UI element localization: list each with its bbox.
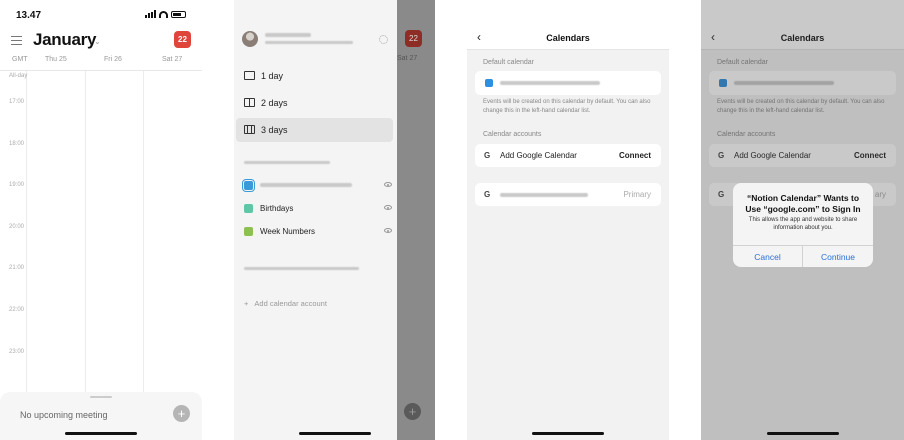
day-header[interactable]: Sat 27: [162, 56, 182, 63]
hour-label: 22:00: [9, 307, 25, 313]
default-calendar-row[interactable]: [475, 71, 661, 95]
gear-icon[interactable]: [379, 35, 388, 44]
calendar-item-birthdays[interactable]: Birthdays: [244, 202, 394, 218]
calendar-color-swatch: [485, 79, 493, 87]
day-header[interactable]: Fri 26: [104, 56, 122, 63]
timezone-label: GMT: [12, 56, 28, 63]
calendar-header: January ⌄ 22: [0, 28, 202, 54]
alert-buttons: Cancel Continue: [733, 245, 873, 267]
day-header-dimmed: Sat 27: [397, 55, 418, 62]
status-icons: [145, 10, 186, 18]
menu-icon[interactable]: [11, 36, 22, 48]
calendar-color-swatch[interactable]: [242, 179, 255, 192]
single-day-icon: [244, 71, 255, 80]
other-account-redacted: [244, 267, 359, 270]
two-day-icon: [244, 98, 255, 107]
alert-title: “Notion Calendar” Wants to Use “google.c…: [745, 193, 861, 214]
hour-label: 21:00: [9, 265, 25, 271]
view-option-3-days[interactable]: 3 days: [236, 118, 393, 142]
hour-label: 23:00: [9, 349, 25, 355]
eye-icon[interactable]: [384, 228, 392, 233]
continue-button[interactable]: Continue: [803, 246, 873, 267]
calendar-name-redacted: [260, 183, 352, 187]
sidebar-drawer-screen: 22 Sat 27 + 1 day 2 days 3 days Birthday…: [234, 0, 435, 440]
account-email-redacted: [500, 193, 588, 197]
three-day-icon: [244, 125, 255, 134]
primary-label: Primary: [623, 190, 651, 199]
google-icon: G: [484, 151, 491, 160]
today-button-dimmed: 22: [405, 30, 422, 47]
add-event-button-dimmed: +: [404, 403, 421, 420]
status-bar: 13.47: [0, 0, 202, 28]
status-time: 13.47: [16, 10, 42, 21]
account-header-redacted: [244, 161, 330, 164]
default-calendar-hint: Events will be created on this calendar …: [483, 99, 651, 114]
calendars-settings-screen: ‹ Calendars Default calendar Events will…: [467, 0, 669, 440]
calendar-grid[interactable]: All-day 17:00 18:00 19:00 20:00 21:00 22…: [0, 70, 202, 392]
home-indicator: [532, 432, 604, 435]
chevron-down-icon[interactable]: ⌄: [94, 37, 101, 46]
all-day-label: All-day: [9, 73, 28, 79]
section-label-default: Default calendar: [483, 59, 534, 66]
dimmed-calendar[interactable]: [397, 0, 435, 440]
home-indicator: [766, 432, 839, 435]
view-option-1-day[interactable]: 1 day: [236, 64, 393, 88]
page-title: Calendars: [546, 33, 590, 43]
sidebar-drawer: 1 day 2 days 3 days Birthdays Week Numbe…: [234, 0, 397, 440]
calendar-week-screen: 13.47 January ⌄ 22 GMT Thu 25 Fri 26 Sat…: [0, 0, 202, 440]
cancel-button[interactable]: Cancel: [733, 246, 803, 267]
alert-message: This allows the app and website to share…: [748, 217, 858, 231]
day-header-row: GMT Thu 25 Fri 26 Sat 27: [0, 56, 202, 70]
sheet-grabber[interactable]: [90, 396, 112, 398]
calendar-color-swatch[interactable]: [244, 227, 253, 236]
signal-icon: [145, 10, 156, 18]
hour-label: 20:00: [9, 224, 25, 230]
add-calendar-account-button[interactable]: + Add calendar account: [244, 299, 327, 308]
wifi-icon: [159, 10, 168, 18]
google-account-row[interactable]: G Primary: [475, 183, 661, 206]
plus-icon: +: [244, 299, 249, 308]
upcoming-meeting-text: No upcoming meeting: [20, 410, 108, 420]
calendar-name-redacted: [500, 81, 600, 85]
add-google-calendar-row[interactable]: G Add Google Calendar Connect: [475, 144, 661, 167]
today-button[interactable]: 22: [174, 31, 191, 48]
account-name-redacted: [265, 33, 311, 37]
hour-label: 17:00: [9, 99, 25, 105]
view-option-2-days[interactable]: 2 days: [236, 91, 393, 115]
avatar[interactable]: [242, 31, 258, 47]
home-indicator: [298, 432, 371, 435]
account-email-redacted: [265, 41, 353, 44]
eye-icon[interactable]: [384, 182, 392, 187]
calendar-item-week-numbers[interactable]: Week Numbers: [244, 225, 394, 241]
battery-icon: [171, 10, 186, 18]
nav-bar: ‹ Calendars: [467, 0, 669, 50]
month-title[interactable]: January: [33, 30, 96, 50]
hour-label: 19:00: [9, 182, 25, 188]
section-label-accounts: Calendar accounts: [483, 131, 542, 138]
add-event-button[interactable]: +: [173, 405, 190, 422]
calendar-item-primary[interactable]: [242, 179, 394, 195]
day-header[interactable]: Thu 25: [45, 56, 67, 63]
add-google-label: Add Google Calendar: [500, 151, 577, 160]
home-indicator: [65, 432, 137, 435]
sign-in-alert: “Notion Calendar” Wants to Use “google.c…: [733, 183, 873, 267]
sign-in-alert-screen: ‹ Calendars Default calendar Events will…: [701, 0, 904, 440]
hour-label: 18:00: [9, 141, 25, 147]
connect-button[interactable]: Connect: [619, 151, 651, 160]
google-icon: G: [484, 190, 491, 199]
calendar-color-swatch[interactable]: [244, 204, 253, 213]
eye-icon[interactable]: [384, 205, 392, 210]
